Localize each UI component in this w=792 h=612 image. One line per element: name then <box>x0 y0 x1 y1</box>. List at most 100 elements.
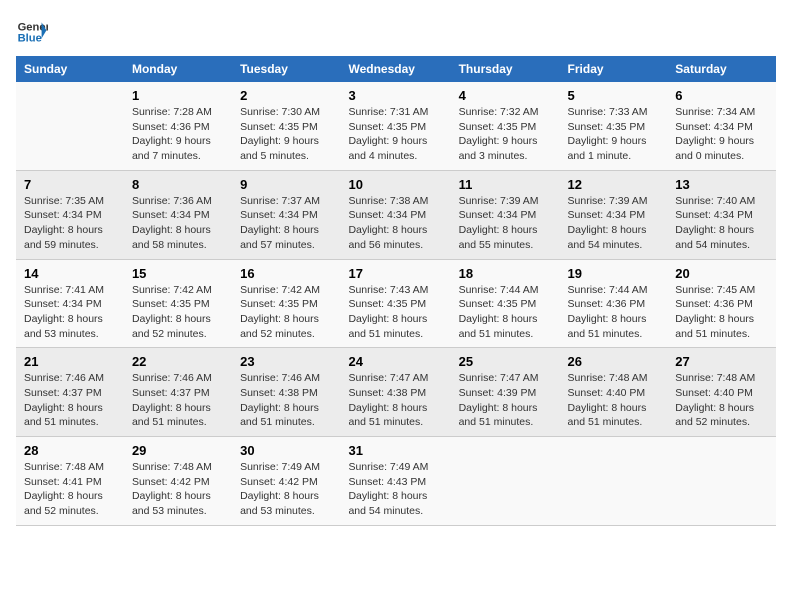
day-info: Sunrise: 7:48 AM Sunset: 4:42 PM Dayligh… <box>132 460 224 519</box>
day-info: Sunrise: 7:34 AM Sunset: 4:34 PM Dayligh… <box>675 105 768 164</box>
calendar-cell: 27 Sunrise: 7:48 AM Sunset: 4:40 PM Dayli… <box>667 348 776 437</box>
calendar-week-row: 14 Sunrise: 7:41 AM Sunset: 4:34 PM Dayli… <box>16 259 776 348</box>
day-number: 21 <box>24 354 116 369</box>
day-info: Sunrise: 7:37 AM Sunset: 4:34 PM Dayligh… <box>240 194 332 253</box>
calendar-cell: 19Sunrise: 7:44 AM Sunset: 4:36 PM Dayli… <box>560 259 668 348</box>
day-number: 31 <box>348 443 442 458</box>
calendar-cell <box>16 82 124 170</box>
day-info: Sunrise: 7:40 AM Sunset: 4:34 PM Dayligh… <box>675 194 768 253</box>
day-number: 9 <box>240 177 332 192</box>
day-info: Sunrise: 7:39 AM Sunset: 4:34 PM Dayligh… <box>568 194 660 253</box>
day-info: Sunrise: 7:43 AM Sunset: 4:35 PM Dayligh… <box>348 283 442 342</box>
day-number: 30 <box>240 443 332 458</box>
day-info: Sunrise: 7:42 AM Sunset: 4:35 PM Dayligh… <box>240 283 332 342</box>
day-number: 13 <box>675 177 768 192</box>
day-number: 24 <box>348 354 442 369</box>
day-info: Sunrise: 7:30 AM Sunset: 4:35 PM Dayligh… <box>240 105 332 164</box>
calendar-cell: 25 Sunrise: 7:47 AM Sunset: 4:39 PM Dayli… <box>451 348 560 437</box>
calendar-cell: 30 Sunrise: 7:49 AM Sunset: 4:42 PM Dayli… <box>232 437 340 526</box>
calendar-table: SundayMondayTuesdayWednesdayThursdayFrid… <box>16 56 776 526</box>
weekday-header-monday: Monday <box>124 56 232 82</box>
calendar-cell: 12 Sunrise: 7:39 AM Sunset: 4:34 PM Dayli… <box>560 170 668 259</box>
calendar-cell: 5 Sunrise: 7:33 AM Sunset: 4:35 PM Daylig… <box>560 82 668 170</box>
day-number: 10 <box>348 177 442 192</box>
calendar-cell: 4 Sunrise: 7:32 AM Sunset: 4:35 PM Daylig… <box>451 82 560 170</box>
day-info: Sunrise: 7:33 AM Sunset: 4:35 PM Dayligh… <box>568 105 660 164</box>
logo-icon: General Blue <box>16 16 48 48</box>
calendar-cell: 11 Sunrise: 7:39 AM Sunset: 4:34 PM Dayli… <box>451 170 560 259</box>
calendar-cell: 23Sunrise: 7:46 AM Sunset: 4:38 PM Dayli… <box>232 348 340 437</box>
logo: General Blue <box>16 16 48 48</box>
calendar-cell: 2 Sunrise: 7:30 AM Sunset: 4:35 PM Daylig… <box>232 82 340 170</box>
day-number: 15 <box>132 266 224 281</box>
day-info: Sunrise: 7:46 AM Sunset: 4:38 PM Dayligh… <box>240 371 332 430</box>
calendar-cell: 24 Sunrise: 7:47 AM Sunset: 4:38 PM Dayli… <box>340 348 450 437</box>
day-number: 3 <box>348 88 442 103</box>
day-number: 16 <box>240 266 332 281</box>
day-number: 26 <box>568 354 660 369</box>
day-number: 27 <box>675 354 768 369</box>
day-info: Sunrise: 7:41 AM Sunset: 4:34 PM Dayligh… <box>24 283 116 342</box>
calendar-cell: 16 Sunrise: 7:42 AM Sunset: 4:35 PM Dayli… <box>232 259 340 348</box>
page-header: General Blue <box>16 16 776 48</box>
day-info: Sunrise: 7:45 AM Sunset: 4:36 PM Dayligh… <box>675 283 768 342</box>
calendar-cell: 3Sunrise: 7:31 AM Sunset: 4:35 PM Daylig… <box>340 82 450 170</box>
day-number: 11 <box>459 177 552 192</box>
calendar-cell: 29 Sunrise: 7:48 AM Sunset: 4:42 PM Dayli… <box>124 437 232 526</box>
calendar-cell: 8Sunrise: 7:36 AM Sunset: 4:34 PM Daylig… <box>124 170 232 259</box>
day-number: 29 <box>132 443 224 458</box>
day-info: Sunrise: 7:42 AM Sunset: 4:35 PM Dayligh… <box>132 283 224 342</box>
calendar-cell <box>667 437 776 526</box>
day-info: Sunrise: 7:32 AM Sunset: 4:35 PM Dayligh… <box>459 105 552 164</box>
day-number: 20 <box>675 266 768 281</box>
calendar-week-row: 1 Sunrise: 7:28 AM Sunset: 4:36 PM Daylig… <box>16 82 776 170</box>
day-number: 5 <box>568 88 660 103</box>
day-info: Sunrise: 7:46 AM Sunset: 4:37 PM Dayligh… <box>24 371 116 430</box>
weekday-header-thursday: Thursday <box>451 56 560 82</box>
day-info: Sunrise: 7:36 AM Sunset: 4:34 PM Dayligh… <box>132 194 224 253</box>
calendar-cell: 10Sunrise: 7:38 AM Sunset: 4:34 PM Dayli… <box>340 170 450 259</box>
day-number: 7 <box>24 177 116 192</box>
calendar-cell: 9 Sunrise: 7:37 AM Sunset: 4:34 PM Daylig… <box>232 170 340 259</box>
calendar-cell: 28Sunrise: 7:48 AM Sunset: 4:41 PM Dayli… <box>16 437 124 526</box>
day-info: Sunrise: 7:47 AM Sunset: 4:39 PM Dayligh… <box>459 371 552 430</box>
day-number: 6 <box>675 88 768 103</box>
weekday-header-friday: Friday <box>560 56 668 82</box>
day-number: 25 <box>459 354 552 369</box>
day-number: 4 <box>459 88 552 103</box>
day-number: 2 <box>240 88 332 103</box>
weekday-header-tuesday: Tuesday <box>232 56 340 82</box>
calendar-cell: 6 Sunrise: 7:34 AM Sunset: 4:34 PM Daylig… <box>667 82 776 170</box>
svg-text:Blue: Blue <box>18 33 42 45</box>
day-number: 12 <box>568 177 660 192</box>
calendar-cell: 17 Sunrise: 7:43 AM Sunset: 4:35 PM Dayli… <box>340 259 450 348</box>
day-info: Sunrise: 7:49 AM Sunset: 4:42 PM Dayligh… <box>240 460 332 519</box>
calendar-week-row: 7 Sunrise: 7:35 AM Sunset: 4:34 PM Daylig… <box>16 170 776 259</box>
calendar-cell <box>560 437 668 526</box>
day-number: 19 <box>568 266 660 281</box>
calendar-cell <box>451 437 560 526</box>
calendar-cell: 20 Sunrise: 7:45 AM Sunset: 4:36 PM Dayli… <box>667 259 776 348</box>
calendar-cell: 21 Sunrise: 7:46 AM Sunset: 4:37 PM Dayli… <box>16 348 124 437</box>
day-number: 28 <box>24 443 116 458</box>
day-number: 18 <box>459 266 552 281</box>
day-info: Sunrise: 7:48 AM Sunset: 4:40 PM Dayligh… <box>568 371 660 430</box>
calendar-cell: 31Sunrise: 7:49 AM Sunset: 4:43 PM Dayli… <box>340 437 450 526</box>
calendar-cell: 1 Sunrise: 7:28 AM Sunset: 4:36 PM Daylig… <box>124 82 232 170</box>
calendar-cell: 15 Sunrise: 7:42 AM Sunset: 4:35 PM Dayli… <box>124 259 232 348</box>
day-info: Sunrise: 7:28 AM Sunset: 4:36 PM Dayligh… <box>132 105 224 164</box>
day-number: 1 <box>132 88 224 103</box>
day-info: Sunrise: 7:35 AM Sunset: 4:34 PM Dayligh… <box>24 194 116 253</box>
day-info: Sunrise: 7:46 AM Sunset: 4:37 PM Dayligh… <box>132 371 224 430</box>
calendar-cell: 14 Sunrise: 7:41 AM Sunset: 4:34 PM Dayli… <box>16 259 124 348</box>
weekday-header-sunday: Sunday <box>16 56 124 82</box>
day-info: Sunrise: 7:48 AM Sunset: 4:40 PM Dayligh… <box>675 371 768 430</box>
day-info: Sunrise: 7:39 AM Sunset: 4:34 PM Dayligh… <box>459 194 552 253</box>
day-number: 17 <box>348 266 442 281</box>
day-number: 14 <box>24 266 116 281</box>
calendar-cell: 26 Sunrise: 7:48 AM Sunset: 4:40 PM Dayli… <box>560 348 668 437</box>
weekday-header-wednesday: Wednesday <box>340 56 450 82</box>
calendar-cell: 13 Sunrise: 7:40 AM Sunset: 4:34 PM Dayli… <box>667 170 776 259</box>
day-info: Sunrise: 7:47 AM Sunset: 4:38 PM Dayligh… <box>348 371 442 430</box>
calendar-cell: 18Sunrise: 7:44 AM Sunset: 4:35 PM Dayli… <box>451 259 560 348</box>
